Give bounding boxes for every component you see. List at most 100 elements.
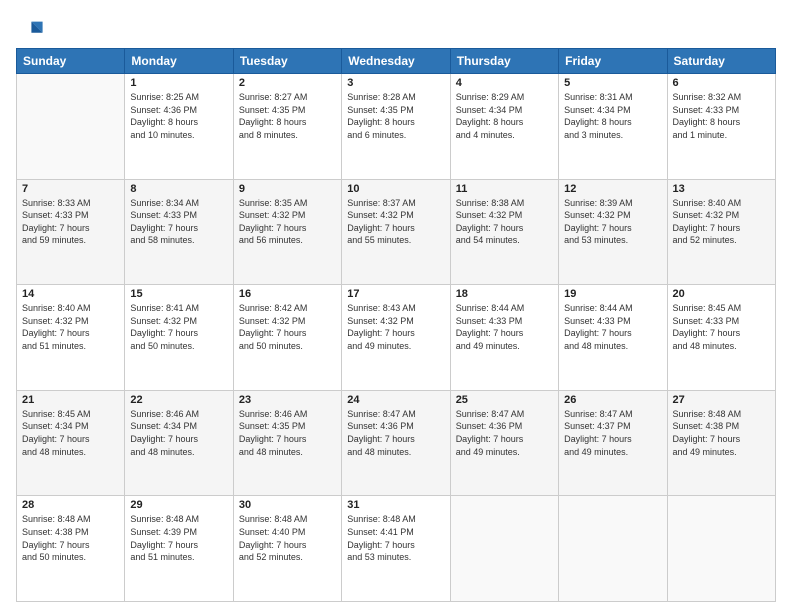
day-info: Sunrise: 8:42 AM Sunset: 4:32 PM Dayligh…: [239, 302, 336, 352]
calendar-day-cell: 2 Sunrise: 8:27 AM Sunset: 4:35 PM Daylig…: [233, 74, 341, 180]
day-info: Sunrise: 8:48 AM Sunset: 4:39 PM Dayligh…: [130, 513, 227, 563]
calendar-week-row: 28 Sunrise: 8:48 AM Sunset: 4:38 PM Dayli…: [17, 496, 776, 602]
day-info: Sunrise: 8:25 AM Sunset: 4:36 PM Dayligh…: [130, 91, 227, 141]
day-info: Sunrise: 8:28 AM Sunset: 4:35 PM Dayligh…: [347, 91, 444, 141]
logo-icon: [16, 16, 44, 44]
day-number: 2: [239, 77, 336, 89]
calendar-day-cell: [450, 496, 558, 602]
day-info: Sunrise: 8:39 AM Sunset: 4:32 PM Dayligh…: [564, 197, 661, 247]
day-info: Sunrise: 8:34 AM Sunset: 4:33 PM Dayligh…: [130, 197, 227, 247]
day-info: Sunrise: 8:48 AM Sunset: 4:38 PM Dayligh…: [22, 513, 119, 563]
day-info: Sunrise: 8:47 AM Sunset: 4:36 PM Dayligh…: [456, 408, 553, 458]
calendar-day-cell: 29 Sunrise: 8:48 AM Sunset: 4:39 PM Dayli…: [125, 496, 233, 602]
day-number: 12: [564, 183, 661, 195]
day-number: 10: [347, 183, 444, 195]
calendar-day-header: Tuesday: [233, 49, 341, 74]
day-info: Sunrise: 8:48 AM Sunset: 4:41 PM Dayligh…: [347, 513, 444, 563]
calendar-day-cell: 21 Sunrise: 8:45 AM Sunset: 4:34 PM Dayli…: [17, 390, 125, 496]
day-info: Sunrise: 8:38 AM Sunset: 4:32 PM Dayligh…: [456, 197, 553, 247]
day-number: 23: [239, 394, 336, 406]
calendar-day-cell: 5 Sunrise: 8:31 AM Sunset: 4:34 PM Daylig…: [559, 74, 667, 180]
day-info: Sunrise: 8:32 AM Sunset: 4:33 PM Dayligh…: [673, 91, 770, 141]
calendar-day-cell: [667, 496, 775, 602]
calendar-day-cell: 19 Sunrise: 8:44 AM Sunset: 4:33 PM Dayli…: [559, 285, 667, 391]
calendar-day-cell: 8 Sunrise: 8:34 AM Sunset: 4:33 PM Daylig…: [125, 179, 233, 285]
calendar-day-header: Friday: [559, 49, 667, 74]
day-info: Sunrise: 8:44 AM Sunset: 4:33 PM Dayligh…: [456, 302, 553, 352]
calendar-day-header: Wednesday: [342, 49, 450, 74]
calendar-day-cell: 6 Sunrise: 8:32 AM Sunset: 4:33 PM Daylig…: [667, 74, 775, 180]
day-info: Sunrise: 8:29 AM Sunset: 4:34 PM Dayligh…: [456, 91, 553, 141]
day-info: Sunrise: 8:41 AM Sunset: 4:32 PM Dayligh…: [130, 302, 227, 352]
calendar-week-row: 7 Sunrise: 8:33 AM Sunset: 4:33 PM Daylig…: [17, 179, 776, 285]
day-info: Sunrise: 8:46 AM Sunset: 4:35 PM Dayligh…: [239, 408, 336, 458]
day-info: Sunrise: 8:27 AM Sunset: 4:35 PM Dayligh…: [239, 91, 336, 141]
calendar-day-cell: 15 Sunrise: 8:41 AM Sunset: 4:32 PM Dayli…: [125, 285, 233, 391]
calendar-day-cell: 14 Sunrise: 8:40 AM Sunset: 4:32 PM Dayli…: [17, 285, 125, 391]
calendar-day-cell: 1 Sunrise: 8:25 AM Sunset: 4:36 PM Daylig…: [125, 74, 233, 180]
day-number: 29: [130, 499, 227, 511]
day-number: 24: [347, 394, 444, 406]
day-info: Sunrise: 8:43 AM Sunset: 4:32 PM Dayligh…: [347, 302, 444, 352]
calendar-day-header: Saturday: [667, 49, 775, 74]
day-info: Sunrise: 8:40 AM Sunset: 4:32 PM Dayligh…: [22, 302, 119, 352]
calendar-table: SundayMondayTuesdayWednesdayThursdayFrid…: [16, 48, 776, 602]
header: [16, 12, 776, 44]
calendar-day-cell: 24Sunrise: 8:47 AM Sunset: 4:36 PM Dayli…: [342, 390, 450, 496]
day-number: 31: [347, 499, 444, 511]
day-info: Sunrise: 8:44 AM Sunset: 4:33 PM Dayligh…: [564, 302, 661, 352]
calendar-day-cell: 17 Sunrise: 8:43 AM Sunset: 4:32 PM Dayli…: [342, 285, 450, 391]
calendar-day-cell: 16Sunrise: 8:42 AM Sunset: 4:32 PM Dayli…: [233, 285, 341, 391]
day-info: Sunrise: 8:45 AM Sunset: 4:34 PM Dayligh…: [22, 408, 119, 458]
day-number: 19: [564, 288, 661, 300]
logo: [16, 16, 48, 44]
day-number: 28: [22, 499, 119, 511]
day-number: 15: [130, 288, 227, 300]
calendar-day-cell: 27Sunrise: 8:48 AM Sunset: 4:38 PM Dayli…: [667, 390, 775, 496]
day-number: 1: [130, 77, 227, 89]
calendar-day-cell: 30 Sunrise: 8:48 AM Sunset: 4:40 PM Dayli…: [233, 496, 341, 602]
calendar-day-cell: 23 Sunrise: 8:46 AM Sunset: 4:35 PM Dayli…: [233, 390, 341, 496]
calendar-day-cell: 26Sunrise: 8:47 AM Sunset: 4:37 PM Dayli…: [559, 390, 667, 496]
day-info: Sunrise: 8:48 AM Sunset: 4:38 PM Dayligh…: [673, 408, 770, 458]
calendar-day-cell: 12 Sunrise: 8:39 AM Sunset: 4:32 PM Dayli…: [559, 179, 667, 285]
day-info: Sunrise: 8:37 AM Sunset: 4:32 PM Dayligh…: [347, 197, 444, 247]
day-info: Sunrise: 8:48 AM Sunset: 4:40 PM Dayligh…: [239, 513, 336, 563]
calendar-day-cell: [559, 496, 667, 602]
day-number: 5: [564, 77, 661, 89]
day-number: 17: [347, 288, 444, 300]
calendar-day-cell: 13 Sunrise: 8:40 AM Sunset: 4:32 PM Dayli…: [667, 179, 775, 285]
day-number: 3: [347, 77, 444, 89]
calendar-day-cell: 9Sunrise: 8:35 AM Sunset: 4:32 PM Daylig…: [233, 179, 341, 285]
day-number: 30: [239, 499, 336, 511]
page: SundayMondayTuesdayWednesdayThursdayFrid…: [0, 0, 792, 612]
calendar-day-cell: 10 Sunrise: 8:37 AM Sunset: 4:32 PM Dayli…: [342, 179, 450, 285]
day-number: 6: [673, 77, 770, 89]
calendar-day-cell: 7 Sunrise: 8:33 AM Sunset: 4:33 PM Daylig…: [17, 179, 125, 285]
day-number: 11: [456, 183, 553, 195]
calendar-week-row: 21 Sunrise: 8:45 AM Sunset: 4:34 PM Dayli…: [17, 390, 776, 496]
calendar-week-row: 14 Sunrise: 8:40 AM Sunset: 4:32 PM Dayli…: [17, 285, 776, 391]
calendar-day-cell: 18 Sunrise: 8:44 AM Sunset: 4:33 PM Dayli…: [450, 285, 558, 391]
day-info: Sunrise: 8:46 AM Sunset: 4:34 PM Dayligh…: [130, 408, 227, 458]
day-info: Sunrise: 8:40 AM Sunset: 4:32 PM Dayligh…: [673, 197, 770, 247]
day-info: Sunrise: 8:33 AM Sunset: 4:33 PM Dayligh…: [22, 197, 119, 247]
day-number: 8: [130, 183, 227, 195]
calendar-day-header: Thursday: [450, 49, 558, 74]
day-number: 21: [22, 394, 119, 406]
day-info: Sunrise: 8:31 AM Sunset: 4:34 PM Dayligh…: [564, 91, 661, 141]
calendar-day-cell: [17, 74, 125, 180]
calendar-day-cell: 4 Sunrise: 8:29 AM Sunset: 4:34 PM Daylig…: [450, 74, 558, 180]
calendar-day-cell: 20Sunrise: 8:45 AM Sunset: 4:33 PM Dayli…: [667, 285, 775, 391]
day-number: 7: [22, 183, 119, 195]
day-number: 22: [130, 394, 227, 406]
calendar-week-row: 1 Sunrise: 8:25 AM Sunset: 4:36 PM Daylig…: [17, 74, 776, 180]
day-number: 4: [456, 77, 553, 89]
day-number: 20: [673, 288, 770, 300]
day-number: 13: [673, 183, 770, 195]
calendar-day-cell: 3 Sunrise: 8:28 AM Sunset: 4:35 PM Daylig…: [342, 74, 450, 180]
day-number: 18: [456, 288, 553, 300]
calendar-header-row: SundayMondayTuesdayWednesdayThursdayFrid…: [17, 49, 776, 74]
day-number: 25: [456, 394, 553, 406]
day-number: 14: [22, 288, 119, 300]
